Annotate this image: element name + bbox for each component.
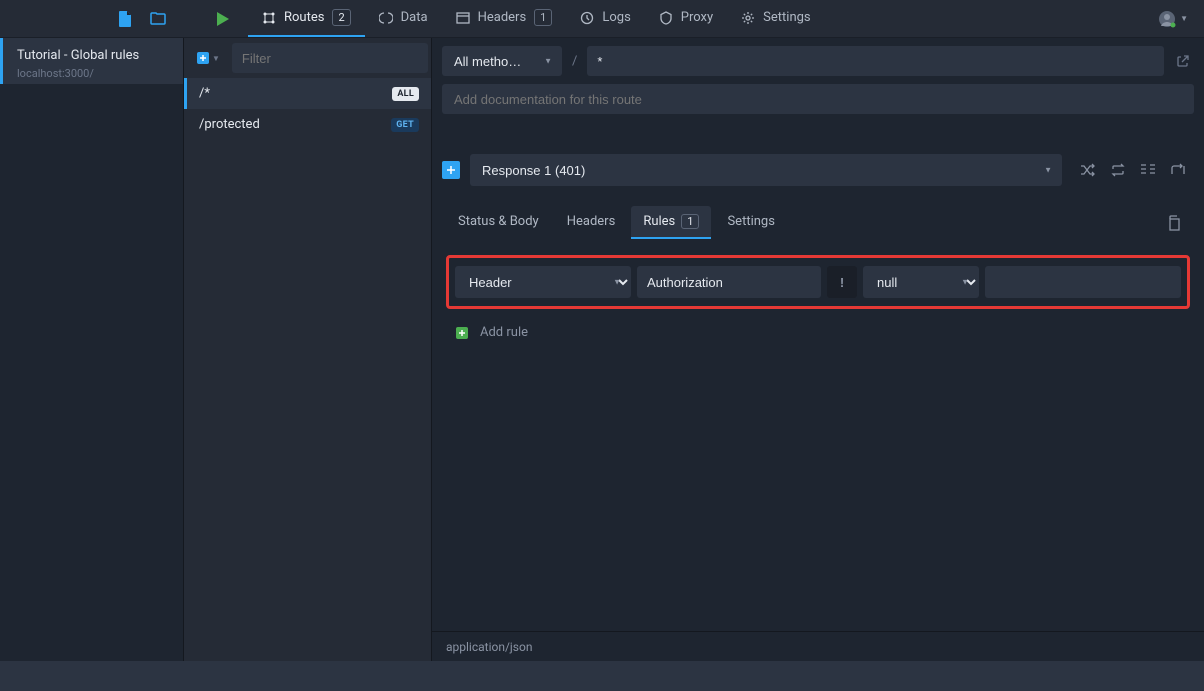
tab-routes-badge: 2 bbox=[332, 9, 350, 26]
tab-status-body[interactable]: Status & Body bbox=[446, 206, 551, 239]
add-rule-label: Add rule bbox=[480, 325, 528, 340]
shuffle-icon[interactable] bbox=[1080, 163, 1096, 177]
open-external-icon[interactable] bbox=[1172, 54, 1194, 68]
tab-headers-badge: 1 bbox=[534, 9, 552, 26]
routes-header: ▼ bbox=[184, 38, 431, 78]
route-method-badge: ALL bbox=[392, 87, 419, 101]
tab-headers-label: Headers bbox=[478, 10, 527, 25]
rules-count-badge: 1 bbox=[681, 214, 699, 229]
route-documentation-input[interactable] bbox=[442, 84, 1194, 114]
tab-logs[interactable]: Logs bbox=[566, 0, 644, 37]
tab-proxy[interactable]: Proxy bbox=[645, 0, 727, 37]
gear-icon bbox=[741, 11, 755, 25]
rule-row: Header ! null bbox=[446, 255, 1190, 309]
doc-row bbox=[432, 84, 1204, 126]
environment-item[interactable]: Tutorial - Global rules localhost:3000/ bbox=[0, 38, 183, 84]
filter-routes-input[interactable] bbox=[232, 43, 428, 73]
route-item-protected[interactable]: /protected GET bbox=[184, 109, 431, 140]
plus-icon bbox=[196, 51, 210, 65]
open-folder-icon[interactable] bbox=[150, 12, 166, 25]
tab-logs-label: Logs bbox=[602, 10, 630, 25]
sidebar-environments: Tutorial - Global rules localhost:3000/ bbox=[0, 38, 184, 661]
tab-data-label: Data bbox=[401, 10, 428, 25]
route-item-wildcard[interactable]: /* ALL bbox=[184, 78, 431, 109]
new-file-icon[interactable] bbox=[118, 11, 132, 27]
tab-data[interactable]: Data bbox=[365, 0, 442, 37]
response-select[interactable]: Response 1 (401) bbox=[470, 154, 1062, 186]
environment-title: Tutorial - Global rules bbox=[17, 48, 169, 63]
chevron-down-icon: ▼ bbox=[212, 54, 220, 63]
path-separator: / bbox=[570, 54, 579, 69]
bottom-status-bar bbox=[0, 661, 1204, 691]
add-rule-button[interactable]: Add rule bbox=[446, 309, 1190, 356]
tab-response-headers[interactable]: Headers bbox=[555, 206, 628, 239]
tab-response-settings[interactable]: Settings bbox=[715, 206, 786, 239]
rule-key-input[interactable] bbox=[637, 266, 821, 298]
content-type-label: application/json bbox=[446, 640, 532, 654]
route-path: /protected bbox=[199, 117, 260, 132]
toolbar-file-icons bbox=[0, 11, 206, 27]
start-server-button[interactable] bbox=[216, 11, 230, 27]
plus-icon bbox=[456, 327, 468, 339]
copy-icon[interactable] bbox=[1166, 215, 1180, 231]
route-path: /* bbox=[199, 86, 210, 101]
tab-routes-label: Routes bbox=[284, 10, 324, 25]
tab-routes[interactable]: Routes 2 bbox=[248, 0, 365, 37]
sidebar-routes: ▼ /* ALL /protected GET bbox=[184, 38, 432, 661]
user-icon bbox=[1158, 10, 1176, 28]
chevron-down-icon: ▼ bbox=[1180, 14, 1188, 23]
fallback-icon[interactable] bbox=[1170, 163, 1186, 177]
add-route-button[interactable]: ▼ bbox=[190, 45, 226, 71]
content-panel: All metho… / Response 1 (401) bbox=[432, 38, 1204, 661]
add-response-button[interactable] bbox=[442, 161, 460, 179]
rule-operator-select[interactable]: null bbox=[863, 266, 979, 298]
tab-rules[interactable]: Rules 1 bbox=[631, 206, 711, 239]
tab-settings-label: Settings bbox=[763, 10, 810, 25]
repeat-icon[interactable] bbox=[1110, 163, 1126, 177]
response-row: Response 1 (401) bbox=[432, 146, 1204, 194]
response-actions bbox=[1072, 163, 1194, 177]
logs-icon bbox=[580, 11, 594, 25]
headers-icon bbox=[456, 12, 470, 24]
top-toolbar: Routes 2 Data Headers 1 Logs Proxy Setti… bbox=[0, 0, 1204, 38]
proxy-icon bbox=[659, 11, 673, 25]
content-tabs: Status & Body Headers Rules 1 Settings bbox=[432, 194, 1204, 239]
rules-panel: Header ! null Add rule bbox=[432, 239, 1204, 372]
route-config-row: All metho… / bbox=[432, 38, 1204, 84]
sequential-icon[interactable] bbox=[1140, 163, 1156, 177]
route-path-input[interactable] bbox=[587, 46, 1164, 76]
routes-icon bbox=[262, 11, 276, 25]
nav-tabs: Routes 2 Data Headers 1 Logs Proxy Setti… bbox=[248, 0, 825, 37]
route-method-badge: GET bbox=[391, 118, 419, 132]
main: Tutorial - Global rules localhost:3000/ … bbox=[0, 38, 1204, 661]
tab-headers[interactable]: Headers 1 bbox=[442, 0, 567, 37]
tab-settings[interactable]: Settings bbox=[727, 0, 824, 37]
toolbar-user[interactable]: ▼ bbox=[1158, 10, 1188, 28]
rule-value-input[interactable] bbox=[985, 266, 1181, 298]
rule-target-select[interactable]: Header bbox=[455, 266, 631, 298]
content-type-footer: application/json bbox=[432, 631, 1204, 661]
method-select[interactable]: All metho… bbox=[442, 46, 562, 76]
tab-proxy-label: Proxy bbox=[681, 10, 713, 25]
method-select-wrap: All metho… bbox=[442, 46, 562, 76]
environment-url: localhost:3000/ bbox=[17, 67, 169, 80]
invert-rule-button[interactable]: ! bbox=[827, 266, 857, 298]
data-icon bbox=[379, 11, 393, 25]
